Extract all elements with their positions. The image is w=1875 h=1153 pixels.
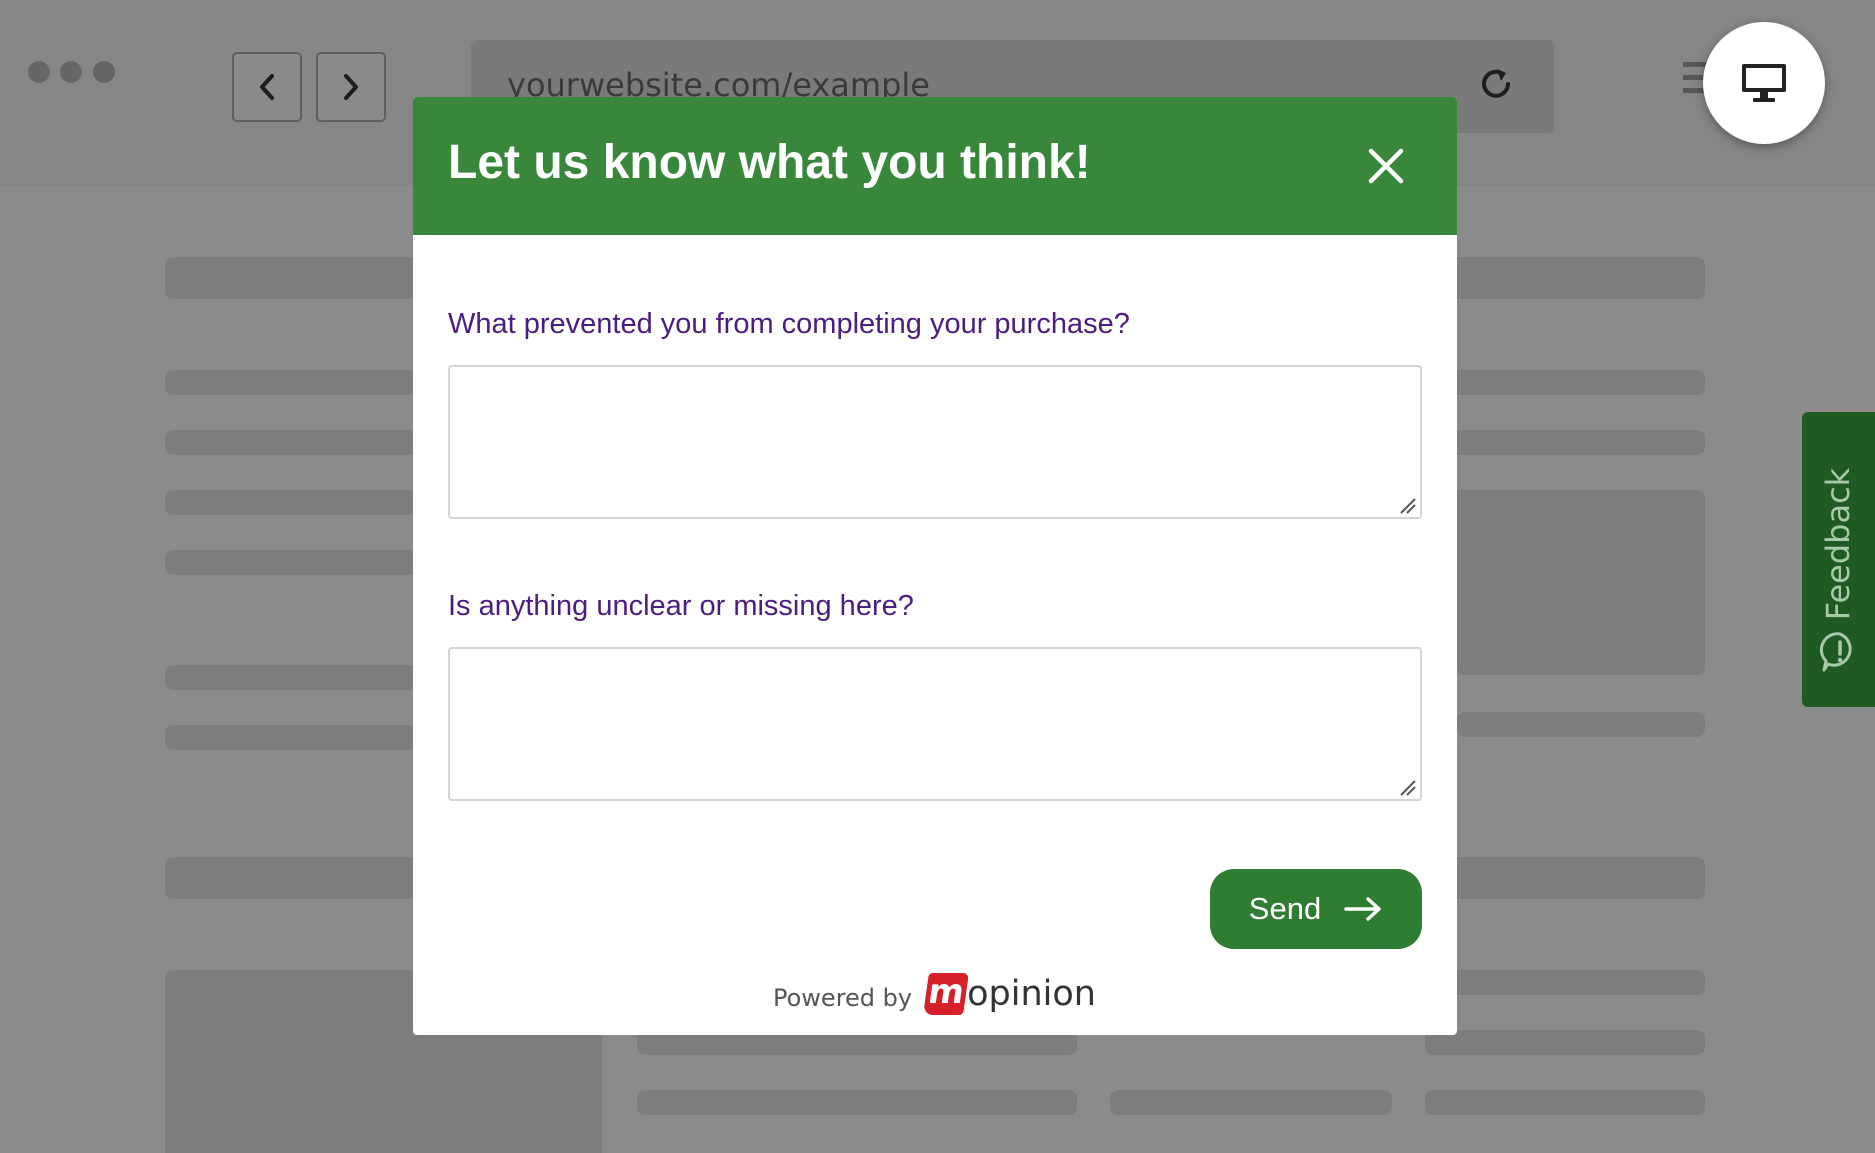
mopinion-logo[interactable]: m opinion — [923, 972, 1096, 1015]
question-label: What prevented you from completing your … — [448, 308, 1130, 340]
logo-m: m — [923, 972, 970, 1015]
answer-textarea[interactable] — [448, 647, 1422, 801]
arrow-right-icon — [1344, 897, 1381, 921]
monitor-icon — [1742, 64, 1786, 102]
desktop-preview-button[interactable] — [1703, 22, 1825, 144]
close-button[interactable] — [1361, 141, 1411, 191]
answer-textarea[interactable] — [448, 365, 1422, 519]
powered-by: Powered by m opinion — [773, 972, 1096, 1015]
modal-title: Let us know what you think! — [448, 136, 1091, 189]
close-icon — [1368, 148, 1404, 184]
send-button[interactable]: Send — [1210, 869, 1422, 949]
powered-by-text: Powered by — [773, 984, 913, 1012]
question-label: Is anything unclear or missing here? — [448, 590, 914, 622]
feedback-tab-label: Feedback — [1819, 467, 1857, 621]
resize-grip-icon[interactable] — [1399, 497, 1417, 515]
feedback-tab[interactable]: Feedback — [1802, 412, 1875, 707]
send-label: Send — [1248, 891, 1322, 926]
modal-header: Let us know what you think! — [413, 97, 1457, 235]
screen: yourwebsite.com/example Feedback Let us … — [0, 0, 1875, 1153]
feedback-modal: Let us know what you think! What prevent… — [413, 97, 1457, 1035]
resize-grip-icon[interactable] — [1399, 779, 1417, 797]
logo-text: opinion — [967, 974, 1096, 1014]
feedback-bubble-icon — [1820, 632, 1852, 672]
